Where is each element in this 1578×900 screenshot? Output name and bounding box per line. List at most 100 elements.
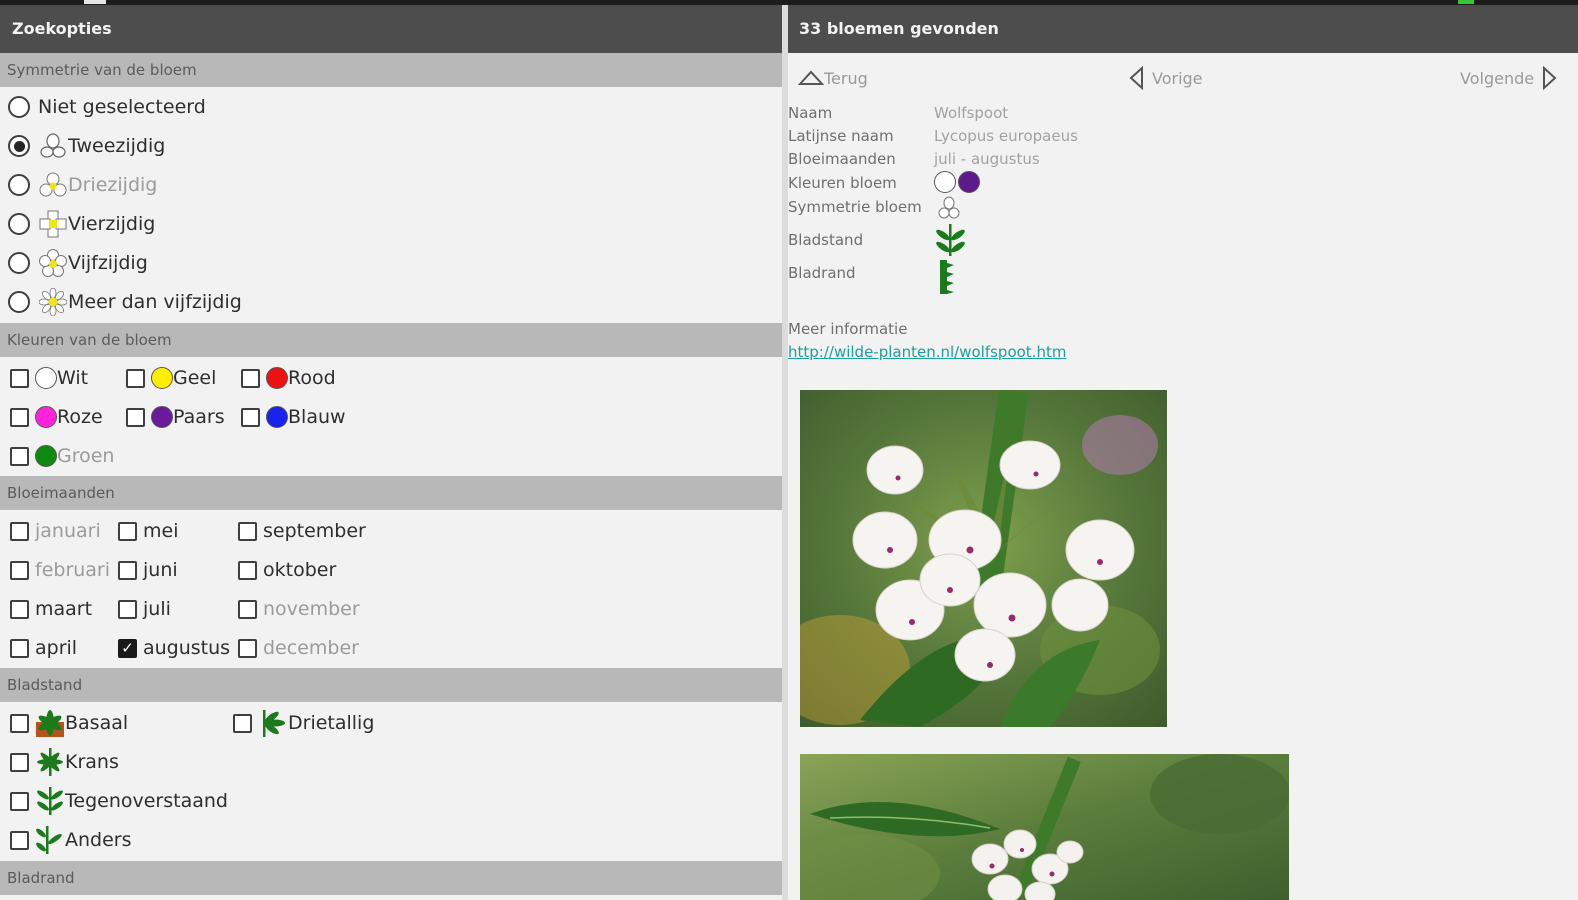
chevron-left-icon xyxy=(1128,66,1146,90)
more-info-link[interactable]: http://wilde-planten.nl/wolfspoot.htm xyxy=(788,343,1066,361)
checkbox[interactable] xyxy=(10,407,29,427)
symmetry-option-more-than-five[interactable]: Meer dan vijfzijdig xyxy=(8,284,242,320)
option-label: Basaal xyxy=(65,712,129,734)
checkbox[interactable] xyxy=(238,560,257,580)
option-label: juli xyxy=(143,598,171,620)
leaf-option-other[interactable]: Anders xyxy=(10,822,132,858)
leaf-margin-label: Bladrand xyxy=(788,264,856,282)
back-button[interactable]: Terug xyxy=(798,65,868,91)
back-arrow-icon xyxy=(798,68,824,88)
month-option-september[interactable]: september xyxy=(238,513,366,549)
color-option-purple[interactable]: Paars xyxy=(126,399,225,435)
checkbox[interactable] xyxy=(233,713,252,733)
checkbox[interactable] xyxy=(10,560,29,580)
symmetry-option-none[interactable]: Niet geselecteerd xyxy=(8,89,206,125)
option-label: november xyxy=(263,598,360,620)
month-option-february[interactable]: februari xyxy=(10,552,110,588)
checkbox[interactable] xyxy=(118,560,137,580)
checkbox[interactable] xyxy=(126,368,145,388)
checkbox[interactable] xyxy=(10,521,29,541)
checkbox[interactable] xyxy=(10,368,29,388)
symmetry-option-fourfold[interactable]: Vierzijdig xyxy=(8,206,155,242)
basal-leaf-icon xyxy=(35,708,65,738)
month-option-july[interactable]: juli xyxy=(118,591,171,627)
month-option-january[interactable]: januari xyxy=(10,513,101,549)
checkbox[interactable] xyxy=(118,521,137,541)
checkbox[interactable] xyxy=(10,791,29,811)
color-option-blue[interactable]: Blauw xyxy=(241,399,346,435)
section-header-symmetry: Symmetrie van de bloem xyxy=(0,53,782,87)
checkbox[interactable] xyxy=(10,713,29,733)
radio-button[interactable] xyxy=(8,135,30,157)
next-button[interactable]: Volgende xyxy=(1460,65,1558,91)
checkbox[interactable] xyxy=(238,638,257,658)
color-option-green[interactable]: Groen xyxy=(10,438,114,474)
symmetry-option-bilateral[interactable]: Tweezijdig xyxy=(8,128,165,164)
checkbox[interactable] xyxy=(10,446,29,466)
fivefold-flower-icon xyxy=(38,248,68,278)
status-indicator xyxy=(84,0,106,4)
search-options-panel: Zoekopties Symmetrie van de bloem Niet g… xyxy=(0,5,782,900)
checkbox[interactable] xyxy=(241,407,260,427)
checkbox[interactable] xyxy=(10,752,29,772)
option-label: augustus xyxy=(143,637,231,659)
bilateral-flower-icon xyxy=(938,195,960,225)
checkbox[interactable] xyxy=(10,638,29,658)
month-option-april[interactable]: april xyxy=(10,630,77,666)
color-swatch-white xyxy=(35,367,57,389)
previous-button[interactable]: Vorige xyxy=(1128,65,1203,91)
symmetry-option-threefold[interactable]: Driezijdig xyxy=(8,167,157,203)
latin-name-value: Lycopus europaeus xyxy=(934,127,1078,145)
whorl-leaf-icon xyxy=(35,747,65,777)
results-panel: 33 bloemen gevonden Terug Vorige Volgend… xyxy=(788,5,1578,900)
chevron-right-icon xyxy=(1540,66,1558,90)
color-swatch-red xyxy=(266,367,288,389)
checkbox[interactable] xyxy=(10,599,29,619)
color-swatch-white xyxy=(934,171,956,193)
color-option-yellow[interactable]: Geel xyxy=(126,360,216,396)
radio-button[interactable] xyxy=(8,213,30,235)
color-option-white[interactable]: Wit xyxy=(10,360,88,396)
checkbox[interactable] xyxy=(238,599,257,619)
leaf-option-opposite[interactable]: Tegenoverstaand xyxy=(10,783,228,819)
fourfold-flower-icon xyxy=(38,209,68,239)
more-info-label: Meer informatie xyxy=(788,320,908,338)
checkbox[interactable] xyxy=(126,407,145,427)
month-option-may[interactable]: mei xyxy=(118,513,178,549)
latin-name-label: Latijnse naam xyxy=(788,127,894,145)
checkbox[interactable] xyxy=(10,830,29,850)
month-option-november[interactable]: november xyxy=(238,591,360,627)
radio-button[interactable] xyxy=(8,96,30,118)
leaf-option-trifoliate[interactable]: Drietallig xyxy=(233,705,374,741)
symmetry-option-fivefold[interactable]: Vijfzijdig xyxy=(8,245,148,281)
month-option-august[interactable]: augustus xyxy=(118,630,230,666)
month-option-march[interactable]: maart xyxy=(10,591,92,627)
option-label: Drietallig xyxy=(288,712,375,734)
bilateral-flower-icon xyxy=(38,131,68,161)
month-option-october[interactable]: oktober xyxy=(238,552,336,588)
previous-label: Vorige xyxy=(1152,68,1203,88)
flower-colors-value xyxy=(934,171,980,193)
radio-button[interactable] xyxy=(8,291,30,313)
color-option-pink[interactable]: Roze xyxy=(10,399,103,435)
radio-button[interactable] xyxy=(8,252,30,274)
option-label: Krans xyxy=(65,751,119,773)
leaf-option-basal[interactable]: Basaal xyxy=(10,705,128,741)
checkbox[interactable] xyxy=(118,599,137,619)
section-header-months: Bloeimaanden xyxy=(0,476,782,510)
checkbox[interactable] xyxy=(238,521,257,541)
section-header-leaf-margin: Bladrand xyxy=(0,861,782,895)
checkbox[interactable] xyxy=(118,638,137,658)
radio-button[interactable] xyxy=(8,174,30,196)
leaf-arrangement-label: Bladstand xyxy=(788,231,864,249)
status-indicator xyxy=(1458,0,1474,4)
checkbox[interactable] xyxy=(241,368,260,388)
name-value: Wolfspoot xyxy=(934,104,1009,122)
option-label: Niet geselecteerd xyxy=(38,96,206,118)
option-label: Tweezijdig xyxy=(68,135,166,157)
leaf-option-whorl[interactable]: Krans xyxy=(10,744,119,780)
month-option-june[interactable]: juni xyxy=(118,552,178,588)
month-option-december[interactable]: december xyxy=(238,630,359,666)
color-option-red[interactable]: Rood xyxy=(241,360,336,396)
back-label: Terug xyxy=(824,68,868,88)
